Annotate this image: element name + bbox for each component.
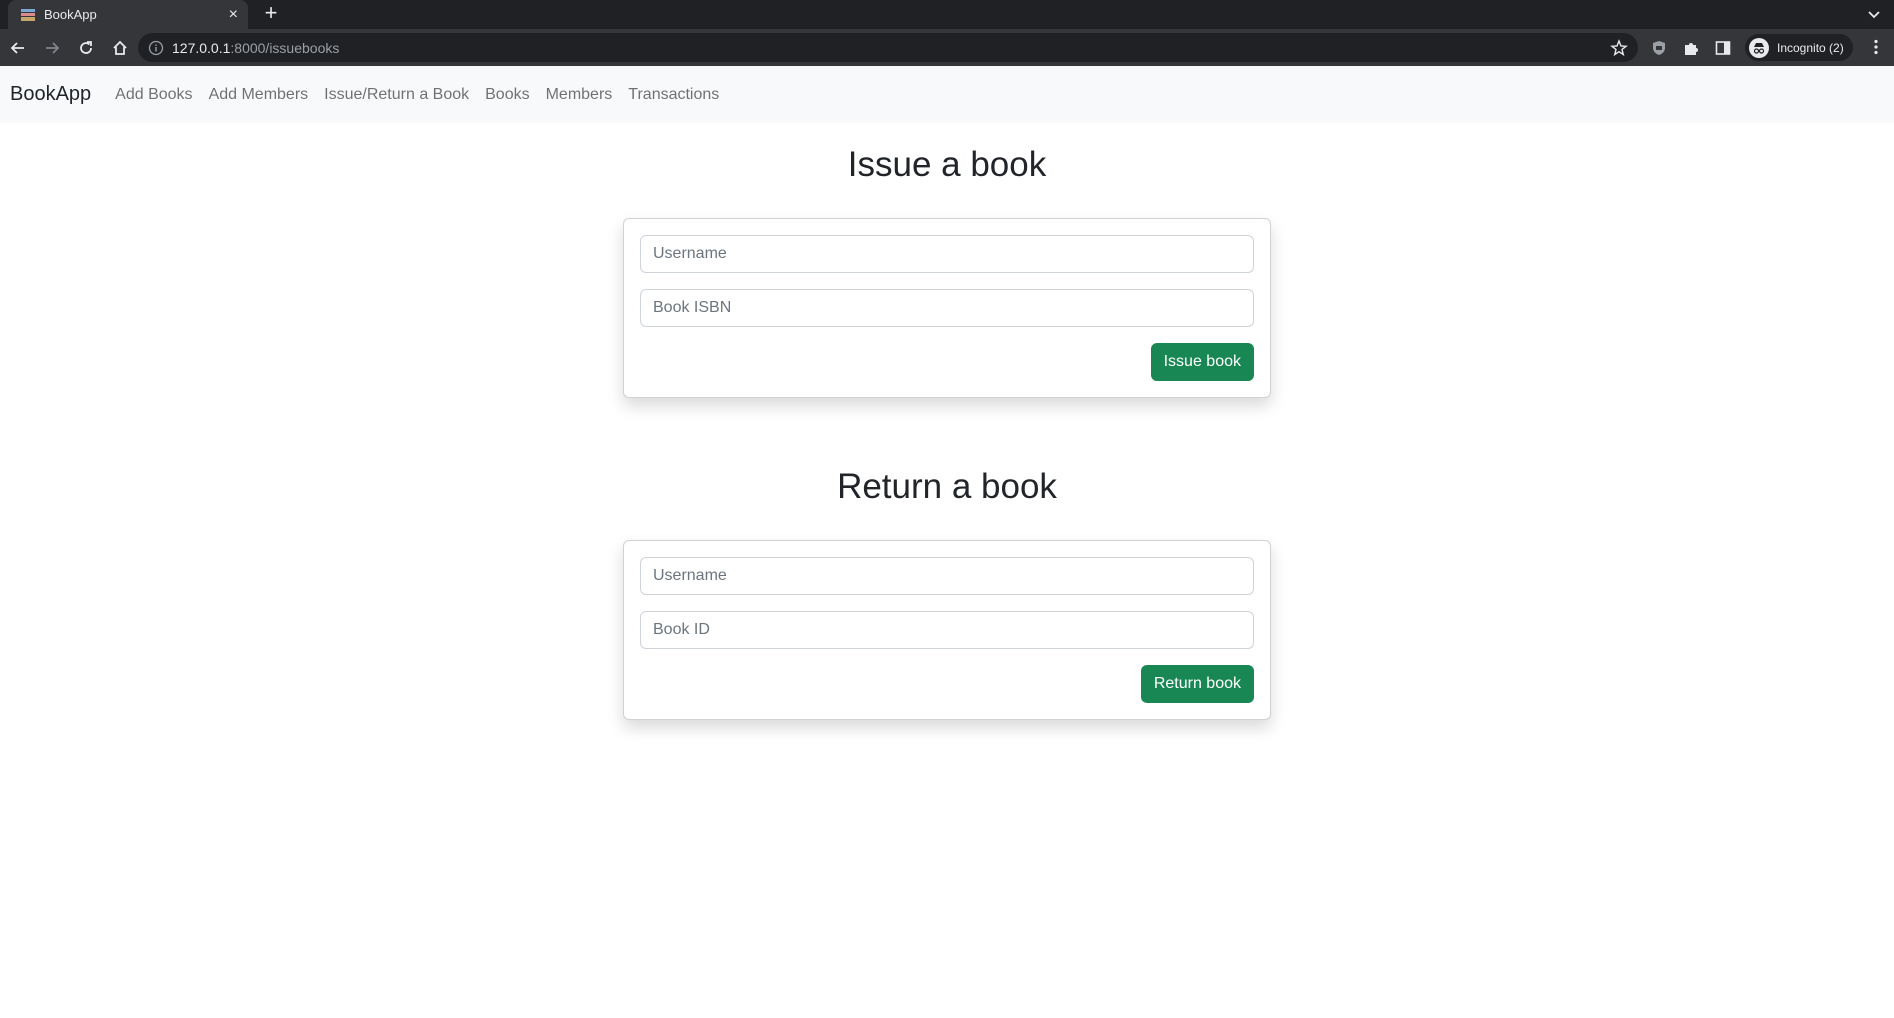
incognito-indicator[interactable]: Incognito (2) bbox=[1745, 34, 1853, 61]
forward-button[interactable] bbox=[36, 32, 68, 64]
tab-title: BookApp bbox=[44, 7, 97, 22]
extensions-area bbox=[1650, 29, 1732, 66]
nav-link-books[interactable]: Books bbox=[485, 86, 529, 104]
issue-isbn-input[interactable] bbox=[640, 289, 1254, 327]
back-button[interactable] bbox=[2, 32, 34, 64]
incognito-icon bbox=[1749, 37, 1769, 58]
nav-link-add-books[interactable]: Add Books bbox=[115, 86, 192, 104]
shield-extension-icon[interactable] bbox=[1650, 39, 1668, 57]
site-info-icon[interactable] bbox=[148, 40, 164, 56]
browser-tabstrip: BookApp × + bbox=[0, 0, 1894, 29]
side-panel-icon[interactable] bbox=[1714, 39, 1732, 57]
incognito-label: Incognito (2) bbox=[1777, 40, 1844, 55]
back-arrow-icon bbox=[10, 41, 24, 54]
tab-search-chevron-icon[interactable] bbox=[1864, 4, 1884, 24]
bookmark-star-icon[interactable] bbox=[1610, 39, 1628, 57]
nav-link-add-members[interactable]: Add Members bbox=[209, 86, 309, 104]
url-host: 127.0.0.1 bbox=[172, 39, 231, 56]
issue-book-card: Issue book bbox=[623, 218, 1271, 398]
nav-link-issue-return[interactable]: Issue/Return a Book bbox=[324, 86, 469, 104]
browser-tab[interactable]: BookApp × bbox=[8, 0, 248, 29]
brand-link[interactable]: BookApp bbox=[10, 83, 91, 106]
issue-book-button[interactable]: Issue book bbox=[1150, 343, 1254, 381]
return-book-card: Return book bbox=[623, 540, 1271, 720]
home-icon bbox=[113, 40, 127, 55]
issue-section-title: Issue a book bbox=[847, 145, 1047, 184]
puzzle-extensions-icon[interactable] bbox=[1682, 39, 1700, 57]
issue-username-input[interactable] bbox=[640, 235, 1254, 273]
return-book-button[interactable]: Return book bbox=[1140, 665, 1254, 703]
url-path: :8000/issuebooks bbox=[230, 39, 340, 56]
reload-button[interactable] bbox=[70, 32, 102, 64]
return-section-title: Return a book bbox=[837, 467, 1057, 506]
nav-link-transactions[interactable]: Transactions bbox=[628, 86, 719, 104]
return-bookid-input[interactable] bbox=[640, 611, 1254, 649]
new-tab-button[interactable]: + bbox=[258, 2, 284, 26]
app-navbar: BookApp Add Books Add Members Issue/Retu… bbox=[0, 66, 1894, 123]
return-username-input[interactable] bbox=[640, 557, 1254, 595]
nav-link-members[interactable]: Members bbox=[546, 86, 613, 104]
forward-arrow-icon bbox=[46, 41, 60, 54]
browser-menu-icon[interactable] bbox=[1866, 37, 1886, 57]
reload-icon bbox=[80, 40, 92, 54]
tab-close-icon[interactable]: × bbox=[229, 6, 238, 23]
book-favicon-icon bbox=[21, 8, 35, 21]
browser-toolbar: 127.0.0.1:8000/issuebooks Incognito (2) bbox=[0, 29, 1894, 66]
home-button[interactable] bbox=[104, 32, 136, 64]
address-bar[interactable]: 127.0.0.1:8000/issuebooks bbox=[138, 33, 1638, 62]
